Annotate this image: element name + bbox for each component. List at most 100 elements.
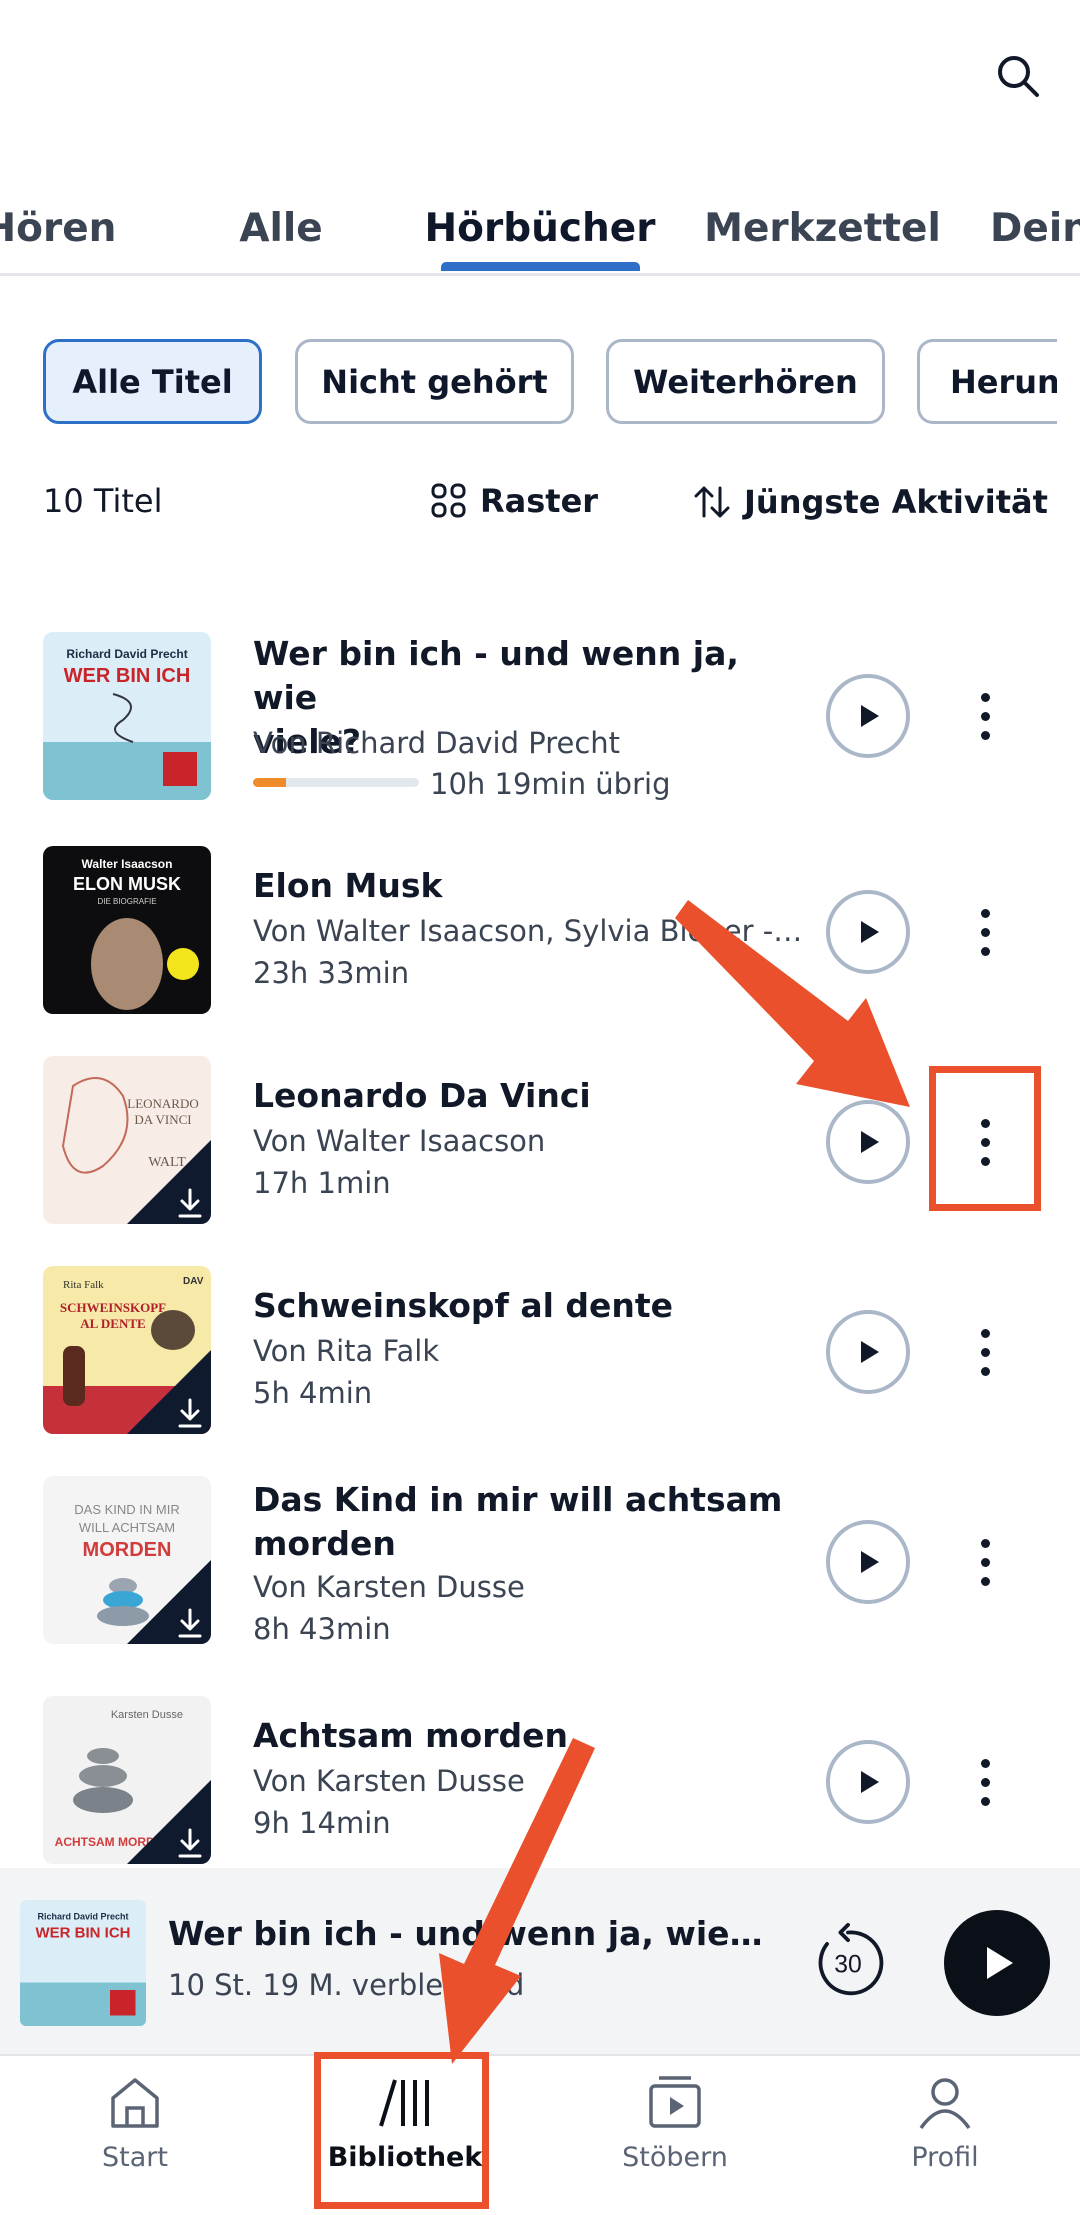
play-button[interactable] bbox=[826, 674, 910, 758]
svg-text:WER BIN ICH: WER BIN ICH bbox=[64, 665, 191, 687]
play-button[interactable] bbox=[826, 1520, 910, 1604]
book-cover: Karsten Dusse ACHTSAM MORDEN bbox=[43, 1696, 211, 1864]
nav-profil-label: Profil bbox=[911, 2142, 979, 2173]
svg-text:DAS KIND IN MIR: DAS KIND IN MIR bbox=[74, 1502, 179, 1517]
duration: 8h 43min bbox=[253, 1612, 391, 1646]
title-count: 10 Titel bbox=[43, 482, 163, 520]
play-icon bbox=[861, 1771, 879, 1793]
book-cover: Rita Falk DAV SCHWEINSKOPF AL DENTE bbox=[43, 1266, 211, 1434]
book-author: Von Walter Isaacson, Sylvia Bieber - Üb.… bbox=[253, 914, 808, 948]
sort-icon bbox=[694, 486, 730, 518]
book-author: Von Karsten Dusse bbox=[253, 1570, 525, 1604]
book-author: Von Richard David Precht bbox=[253, 726, 621, 760]
svg-text:Richard David Precht: Richard David Precht bbox=[37, 1912, 128, 1922]
duration: 5h 4min bbox=[253, 1376, 373, 1410]
mini-player-remaining: 10 St. 19 M. verbleibend bbox=[168, 1968, 525, 2002]
book-title: Elon Musk bbox=[253, 866, 443, 905]
play-icon bbox=[861, 1131, 879, 1153]
sort-label: Jüngste Aktivität bbox=[744, 483, 1048, 521]
rewind-30-button[interactable]: 30 bbox=[806, 1923, 890, 2003]
book-row[interactable]: Rita Falk DAV SCHWEINSKOPF AL DENTE Schw… bbox=[0, 1264, 1080, 1454]
mini-player[interactable]: Richard David Precht WER BIN ICH Wer bin… bbox=[0, 1868, 1080, 2054]
book-cover: LEONARDO DA VINCI WALT bbox=[43, 1056, 211, 1224]
nav-stoebern-label: Stöbern bbox=[622, 2142, 728, 2173]
filter-chip-alle-titel[interactable]: Alle Titel bbox=[43, 339, 262, 424]
book-title: Das Kind in mir will achtsam morden bbox=[253, 1480, 783, 1563]
filter-chip-weiterhoeren[interactable]: Weiterhören bbox=[606, 339, 885, 424]
svg-text:Walter Isaacson: Walter Isaacson bbox=[82, 857, 173, 871]
more-options-button[interactable] bbox=[962, 1520, 1008, 1604]
tab-merkzettel[interactable]: Merkzettel bbox=[704, 180, 941, 276]
annotation-box-more-options bbox=[929, 1066, 1041, 1211]
svg-text:WILL ACHTSAM: WILL ACHTSAM bbox=[79, 1520, 175, 1535]
tab-hoeren[interactable]: Hören bbox=[0, 180, 120, 276]
svg-text:30: 30 bbox=[834, 1952, 862, 1979]
nav-stoebern[interactable]: Stöbern bbox=[575, 2072, 775, 2202]
nav-start[interactable]: Start bbox=[35, 2072, 235, 2202]
book-author: Von Rita Falk bbox=[253, 1334, 440, 1368]
book-row[interactable]: Karsten Dusse ACHTSAM MORDEN Achtsam mor… bbox=[0, 1694, 1080, 1884]
svg-text:DA VINCI: DA VINCI bbox=[134, 1112, 191, 1127]
more-options-button[interactable] bbox=[962, 890, 1008, 974]
top-bar bbox=[0, 0, 1080, 160]
progress-fill bbox=[253, 778, 287, 787]
bottom-navigation: Start Bibliothek Stöbern Profil bbox=[0, 2054, 1080, 2215]
filter-chip-nicht-gehoert[interactable]: Nicht gehört bbox=[295, 339, 574, 424]
play-icon bbox=[861, 921, 879, 943]
search-icon bbox=[998, 56, 1039, 97]
svg-text:Karsten Dusse: Karsten Dusse bbox=[111, 1709, 183, 1721]
more-options-button[interactable] bbox=[962, 1740, 1008, 1824]
svg-text:DIE BIOGRAFIE: DIE BIOGRAFIE bbox=[97, 897, 156, 906]
svg-text:ELON MUSK: ELON MUSK bbox=[73, 874, 181, 894]
play-icon bbox=[987, 1947, 1013, 1979]
downloaded-icon bbox=[178, 1608, 202, 1638]
play-button[interactable] bbox=[826, 1310, 910, 1394]
play-icon bbox=[861, 1551, 879, 1573]
active-tab-indicator bbox=[441, 262, 640, 271]
search-button[interactable] bbox=[990, 48, 1046, 104]
book-title: Leonardo Da Vinci bbox=[253, 1076, 591, 1115]
play-button[interactable] bbox=[826, 890, 910, 974]
mini-player-play-button[interactable] bbox=[944, 1910, 1050, 2016]
browse-icon bbox=[649, 2076, 701, 2128]
svg-text:Rita Falk: Rita Falk bbox=[63, 1279, 104, 1291]
view-toggle[interactable]: Raster bbox=[430, 482, 598, 520]
book-row[interactable]: LEONARDO DA VINCI WALT Leonardo Da Vinci… bbox=[0, 1054, 1080, 1244]
play-icon bbox=[861, 1341, 879, 1363]
downloaded-icon bbox=[178, 1398, 202, 1428]
book-row[interactable]: Richard David Precht WER BIN ICH Wer bin… bbox=[0, 626, 1080, 816]
svg-text:LEONARDO: LEONARDO bbox=[127, 1096, 199, 1111]
duration: 17h 1min bbox=[253, 1166, 391, 1200]
downloaded-icon bbox=[178, 1188, 202, 1218]
svg-text:DAV: DAV bbox=[183, 1276, 204, 1287]
play-button[interactable] bbox=[826, 1740, 910, 1824]
svg-text:Richard David Precht: Richard David Precht bbox=[66, 647, 187, 661]
book-cover: DAS KIND IN MIR WILL ACHTSAM MORDEN bbox=[43, 1476, 211, 1644]
more-options-button[interactable] bbox=[962, 674, 1008, 758]
duration: 9h 14min bbox=[253, 1806, 391, 1840]
book-cover: Walter Isaacson ELON MUSK DIE BIOGRAFIE bbox=[43, 846, 211, 1014]
downloaded-icon bbox=[178, 1828, 202, 1858]
book-row[interactable]: DAS KIND IN MIR WILL ACHTSAM MORDEN Das … bbox=[0, 1474, 1080, 1664]
remaining-time: 10h 19min übrig bbox=[430, 767, 671, 801]
filter-chip-heruntergeladen[interactable]: Herun bbox=[917, 339, 1057, 424]
annotation-box-bibliothek bbox=[314, 2052, 489, 2209]
nav-profil[interactable]: Profil bbox=[845, 2072, 1045, 2202]
svg-text:WER BIN ICH: WER BIN ICH bbox=[36, 1925, 131, 1942]
book-author: Von Karsten Dusse bbox=[253, 1764, 525, 1798]
svg-text:SCHWEINSKOPF: SCHWEINSKOPF bbox=[60, 1300, 166, 1315]
mini-player-title: Wer bin ich - und wenn ja, wie viele... bbox=[168, 1914, 768, 1953]
grid-icon bbox=[431, 483, 466, 518]
book-cover: Richard David Precht WER BIN ICH bbox=[43, 632, 211, 800]
nav-start-label: Start bbox=[102, 2142, 168, 2173]
svg-text:AL DENTE: AL DENTE bbox=[80, 1316, 145, 1331]
svg-text:MORDEN: MORDEN bbox=[83, 1539, 172, 1561]
tab-alle[interactable]: Alle bbox=[206, 180, 356, 276]
book-title: Schweinskopf al dente bbox=[253, 1286, 674, 1325]
home-icon bbox=[111, 2078, 159, 2128]
tab-dein[interactable]: Dein bbox=[990, 180, 1080, 276]
more-options-button[interactable] bbox=[962, 1310, 1008, 1394]
play-button[interactable] bbox=[826, 1100, 910, 1184]
book-row[interactable]: Walter Isaacson ELON MUSK DIE BIOGRAFIE … bbox=[0, 844, 1080, 1034]
sort-button[interactable]: Jüngste Aktivität bbox=[692, 482, 1048, 522]
